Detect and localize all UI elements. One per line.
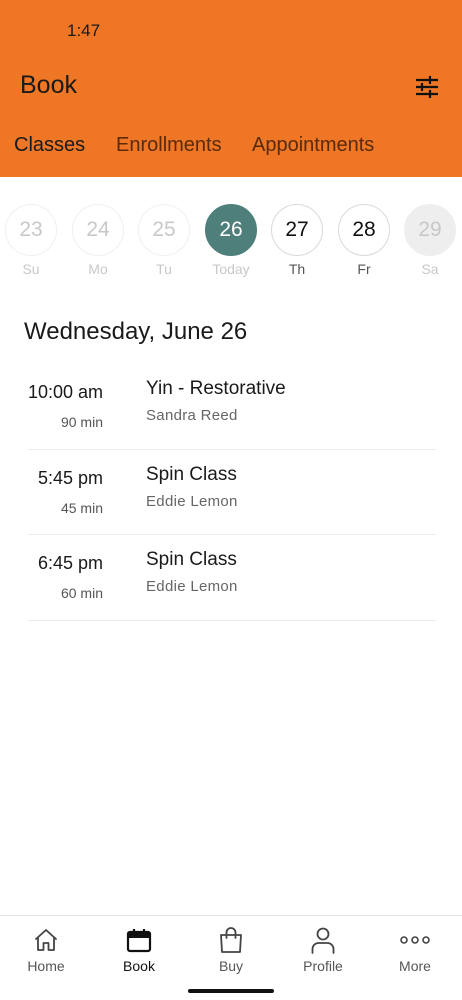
class-instructor: Eddie Lemon	[146, 578, 238, 595]
class-duration: 60 min	[60, 585, 103, 601]
row-divider	[28, 619, 436, 621]
nav-label: More	[399, 958, 431, 974]
day-25: 25 Tu	[138, 204, 190, 277]
day-28[interactable]: 28 Fr	[338, 204, 390, 277]
day-label: Fr	[357, 261, 371, 277]
day-label: Mo	[88, 261, 108, 277]
day-number: 28	[338, 204, 390, 256]
day-label: Su	[22, 261, 40, 277]
class-instructor: Sandra Reed	[146, 407, 238, 424]
class-name: Spin Class	[146, 463, 237, 485]
nav-label: Book	[123, 958, 155, 974]
day-number: 26	[205, 204, 257, 256]
shopping-bag-icon	[220, 927, 242, 953]
day-24: 24 Mo	[72, 204, 124, 277]
nav-label: Buy	[218, 958, 244, 974]
nav-profile[interactable]: Profile	[288, 925, 358, 974]
person-icon	[311, 927, 335, 954]
day-label: Th	[288, 261, 306, 277]
day-label: Tu	[156, 261, 172, 277]
day-number: 25	[138, 204, 190, 256]
home-icon	[35, 929, 57, 951]
tab-classes[interactable]: Classes	[14, 134, 85, 157]
class-row[interactable]: 6:45 pm 60 min Spin Class Eddie Lemon	[0, 535, 462, 621]
calendar-icon	[126, 929, 152, 953]
day-label: Today	[212, 261, 250, 277]
home-indicator	[188, 989, 274, 993]
nav-label: Profile	[303, 958, 343, 974]
tab-bar: Classes Enrollments Appointments	[0, 134, 462, 164]
class-duration: 90 min	[60, 414, 103, 430]
class-list: 10:00 am 90 min Yin - Restorative Sandra…	[0, 364, 462, 621]
page-title: Book	[20, 71, 77, 99]
tab-enrollments[interactable]: Enrollments	[116, 134, 222, 157]
class-time: 6:45 pm	[37, 553, 103, 573]
app-header: 1:47 Book Classes Enrollments Appointmen…	[0, 0, 462, 177]
day-23: 23 Su	[5, 204, 57, 277]
nav-more[interactable]: More	[380, 925, 450, 974]
day-number: 24	[72, 204, 124, 256]
class-time: 10:00 am	[27, 382, 103, 402]
class-row[interactable]: 5:45 pm 45 min Spin Class Eddie Lemon	[0, 450, 462, 535]
nav-buy[interactable]: Buy	[196, 925, 266, 974]
sliders-icon	[416, 76, 438, 98]
status-bar-time: 1:47	[67, 21, 101, 40]
day-label: Sa	[421, 261, 439, 277]
date-heading: Wednesday, June 26	[24, 318, 248, 345]
filter-button[interactable]	[410, 72, 444, 102]
day-number: 29	[404, 204, 456, 256]
day-number: 27	[271, 204, 323, 256]
class-instructor: Eddie Lemon	[146, 492, 238, 510]
day-26-today[interactable]: 26 Today	[205, 204, 257, 277]
class-time: 5:45 pm	[37, 467, 103, 488]
bottom-nav: Home Book Buy Profile More	[0, 915, 462, 1000]
week-day-picker: 23 Su 24 Mo 25 Tu 26 Today 27 Th 28 Fr 2…	[0, 204, 462, 284]
nav-label: Home	[27, 958, 65, 974]
nav-home[interactable]: Home	[11, 925, 81, 974]
day-27[interactable]: 27 Th	[271, 204, 323, 277]
day-number: 23	[5, 204, 57, 256]
nav-book[interactable]: Book	[104, 925, 174, 974]
class-name: Yin - Restorative	[146, 378, 286, 399]
more-dots-icon	[400, 936, 430, 944]
day-29: 29 Sa	[404, 204, 456, 277]
tab-appointments[interactable]: Appointments	[252, 134, 374, 157]
class-row[interactable]: 10:00 am 90 min Yin - Restorative Sandra…	[0, 364, 462, 450]
class-duration: 45 min	[60, 499, 103, 516]
class-name: Spin Class	[146, 549, 237, 570]
